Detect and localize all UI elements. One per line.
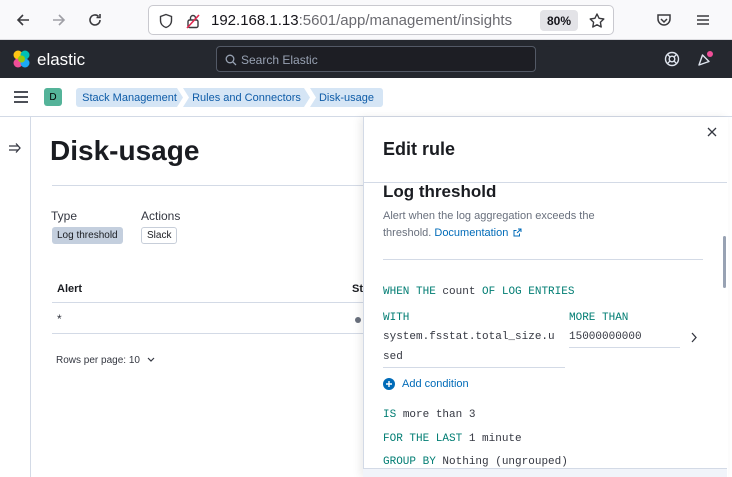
flyout-scrollbar[interactable]: [723, 236, 726, 288]
chevron-down-icon: [147, 357, 155, 363]
close-flyout-button[interactable]: [704, 124, 720, 140]
forward-arrow-icon: [53, 14, 66, 26]
more-than-label: MORE THAN: [569, 312, 629, 324]
insecure-lock-icon[interactable]: [185, 13, 201, 29]
when-expression[interactable]: WHEN THE count OF LOG ENTRIES: [383, 286, 574, 298]
table-row-divider: [52, 333, 372, 334]
elastic-wordmark[interactable]: elastic: [37, 50, 85, 70]
documentation-link-label: Documentation: [434, 227, 509, 239]
close-icon: [707, 127, 717, 137]
documentation-link[interactable]: Documentation: [434, 227, 522, 239]
type-label: Type: [51, 209, 78, 223]
add-condition-label: Add condition: [402, 378, 469, 390]
hamburger-menu-icon: [697, 15, 709, 25]
is-expression[interactable]: IS more than 3: [383, 409, 475, 421]
breadcrumb-disk-usage: Disk-usage: [310, 88, 383, 107]
global-search[interactable]: [216, 46, 536, 72]
shield-icon[interactable]: [158, 13, 174, 29]
space-avatar[interactable]: D: [44, 88, 62, 106]
of-keyword: OF LOG ENTRIES: [482, 286, 575, 298]
breadcrumb-rules-and-connectors[interactable]: Rules and Connectors: [183, 88, 310, 107]
bookmark-star-icon[interactable]: [588, 12, 606, 30]
help-icon[interactable]: [664, 51, 680, 67]
newsfeed-icon[interactable]: [696, 50, 714, 68]
url-host: 192.168.1.13: [211, 12, 299, 29]
page-title: Disk-usage: [50, 135, 200, 166]
for-the-last-value: 1 minute: [468, 433, 522, 445]
threshold-underline: [569, 347, 680, 348]
group-by-expression[interactable]: GROUP BY Nothing (ungrouped): [383, 456, 568, 468]
type-badge: Log threshold: [52, 227, 123, 244]
is-keyword: IS: [383, 409, 397, 421]
pocket-button[interactable]: [652, 8, 676, 32]
search-icon: [225, 54, 237, 66]
group-by-value: Nothing (ungrouped): [442, 456, 568, 468]
chevron-right-icon[interactable]: [690, 332, 698, 343]
description-divider: [383, 259, 703, 260]
elastic-logo-icon[interactable]: [11, 49, 32, 70]
field-value-line-2[interactable]: sed: [383, 351, 403, 363]
expand-nav-icon[interactable]: [8, 142, 22, 154]
reload-button[interactable]: [83, 8, 107, 32]
action-badge: Slack: [141, 227, 178, 244]
forward-button[interactable]: [47, 8, 71, 32]
field-underline: [383, 367, 565, 368]
column-header-alert[interactable]: Alert: [57, 283, 82, 295]
rule-type-title: Log threshold: [383, 182, 497, 201]
side-nav-rail: [0, 117, 31, 477]
breadcrumb-bar: D Stack Management Rules and Connectors …: [0, 78, 732, 117]
pocket-icon: [657, 14, 671, 26]
breadcrumb-stack-management[interactable]: Stack Management: [76, 88, 183, 107]
alert-cell: *: [57, 312, 62, 326]
browser-menu-button[interactable]: [691, 8, 715, 32]
rows-per-page-label: Rows per page: 10: [56, 355, 140, 366]
elastic-header: elastic: [0, 40, 732, 78]
url-path: :5601/app/management/insights: [298, 12, 513, 29]
flyout-footer-edge: [363, 468, 727, 477]
flyout-title: Edit rule: [383, 139, 456, 159]
threshold-value[interactable]: 15000000000: [569, 331, 642, 343]
title-divider: [52, 185, 372, 186]
add-condition-button[interactable]: Add condition: [383, 378, 469, 390]
plus-circle-icon: [383, 378, 395, 390]
table-header-divider: [52, 302, 372, 303]
actions-label: Actions: [141, 209, 181, 223]
external-link-icon: [513, 228, 522, 237]
is-value: more than 3: [402, 409, 476, 421]
url-text[interactable]: 192.168.1.13:5601/app/management/insight…: [211, 12, 533, 29]
browser-toolbar: 192.168.1.13:5601/app/management/insight…: [0, 0, 732, 40]
search-input[interactable]: [241, 51, 521, 68]
rule-description: Alert when the log aggregation exceeds t…: [383, 208, 633, 242]
when-keyword: WHEN THE: [383, 286, 436, 298]
for-the-last-keyword: FOR THE LAST: [383, 433, 463, 445]
aggregation-value: count: [442, 286, 476, 298]
group-by-keyword: GROUP BY: [383, 456, 436, 468]
zoom-level-badge[interactable]: 80%: [540, 10, 578, 31]
back-arrow-icon: [16, 14, 29, 26]
address-bar[interactable]: 192.168.1.13:5601/app/management/insight…: [148, 5, 614, 35]
back-button[interactable]: [11, 8, 35, 32]
for-the-last-expression[interactable]: FOR THE LAST 1 minute: [383, 433, 522, 445]
menu-toggle-icon[interactable]: [13, 90, 29, 104]
reload-icon: [89, 14, 101, 26]
field-value-line-1[interactable]: system.fsstat.total_size.u: [383, 331, 555, 343]
edit-rule-flyout: Edit rule Log threshold Alert when the l…: [363, 117, 728, 477]
rows-per-page-selector[interactable]: Rows per page: 10: [56, 355, 155, 366]
status-dot: [355, 317, 361, 323]
with-label: WITH: [383, 312, 410, 324]
